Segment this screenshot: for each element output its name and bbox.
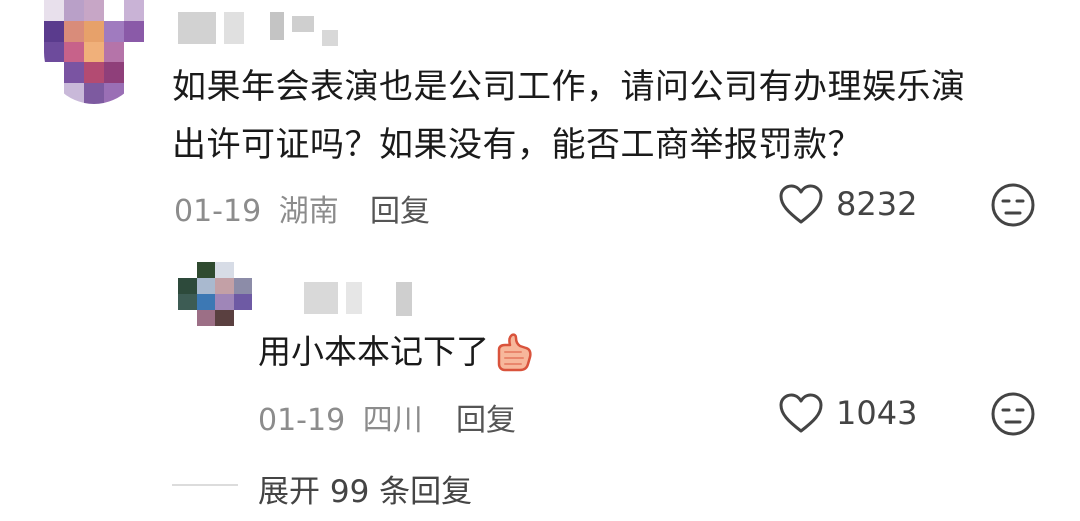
avatar-pixel (44, 0, 64, 21)
avatar-pixel (215, 294, 234, 310)
avatar-pixel (178, 262, 197, 278)
reply-username-redacted[interactable] (304, 282, 412, 316)
reply-like-count: 1043 (836, 394, 918, 432)
emoji-reaction-button[interactable] (990, 182, 1036, 232)
like-button[interactable]: 8232 (778, 183, 917, 225)
comment-text: 如果年会表演也是公司工作，请问公司有办理娱乐演 出许可证吗？如果没有，能否工商举… (172, 58, 966, 174)
avatar-pixel (196, 262, 215, 278)
avatar-pixel (215, 278, 234, 294)
username-redacted[interactable] (178, 12, 338, 46)
reply-text-row: 用小本本记下了 (258, 326, 535, 378)
avatar-pixel (64, 62, 84, 84)
avatar-pixel (64, 20, 84, 42)
avatar-pixel (44, 62, 64, 84)
avatar-pixel (196, 310, 215, 326)
reply-meta: 01-19 四川 (258, 395, 423, 439)
avatar-pixel (104, 41, 124, 63)
avatar-pixel (233, 294, 252, 310)
avatar-pixel (124, 41, 144, 63)
avatar-pixel (124, 20, 144, 42)
avatar-pixel (104, 0, 124, 21)
avatar-pixel (84, 0, 104, 21)
heart-icon (779, 393, 823, 433)
avatar[interactable] (44, 0, 144, 104)
reply-location: 四川 (362, 403, 423, 438)
avatar-pixel (64, 83, 84, 104)
avatar-pixel (233, 262, 252, 278)
avatar-pixel (44, 41, 64, 63)
avatar-pixel (124, 83, 144, 104)
reply-date: 01-19 (258, 403, 346, 438)
avatar-pixel (124, 0, 144, 21)
avatar-pixel (178, 294, 197, 310)
neutral-face-icon (991, 392, 1035, 436)
avatar-pixel (44, 83, 64, 104)
avatar-pixel (84, 83, 104, 104)
reply-avatar[interactable] (178, 262, 252, 326)
avatar-pixel (104, 62, 124, 84)
avatar-pixel (124, 62, 144, 84)
comment-meta: 01-19 湖南 (174, 186, 339, 230)
avatar-pixel (84, 62, 104, 84)
avatar-pixel (233, 310, 252, 326)
reply-emoji-reaction-button[interactable] (990, 391, 1036, 441)
avatar-pixel (64, 0, 84, 21)
reply-text: 用小本本记下了 (258, 332, 489, 371)
expand-replies-button[interactable]: 展开 99 条回复 (258, 466, 472, 511)
avatar-pixel (215, 262, 234, 278)
avatar-pixel (84, 41, 104, 63)
reply-to-reply-button[interactable]: 回复 (456, 395, 516, 439)
heart-icon (779, 184, 823, 224)
avatar-pixel (233, 278, 252, 294)
reply-like-button[interactable]: 1043 (778, 392, 917, 434)
avatar-pixel (64, 41, 84, 63)
thumbs-up-emoji-icon (497, 333, 532, 372)
avatar-pixel (196, 294, 215, 310)
comment-text-line-1: 如果年会表演也是公司工作，请问公司有办理娱乐演 (172, 67, 966, 107)
avatar-pixel (196, 278, 215, 294)
reply-button[interactable]: 回复 (370, 186, 430, 230)
like-count: 8232 (836, 185, 918, 223)
neutral-face-icon (991, 183, 1035, 227)
avatar-pixel (215, 310, 234, 326)
expand-divider (172, 484, 238, 486)
comment-text-line-2: 出许可证吗？如果没有，能否工商举报罚款？ (172, 125, 862, 165)
avatar-pixel (178, 278, 197, 294)
comment-date: 01-19 (174, 194, 262, 229)
avatar-pixel (104, 83, 124, 104)
avatar-pixel (104, 20, 124, 42)
comment-location: 湖南 (278, 194, 339, 229)
avatar-pixel (84, 20, 104, 42)
avatar-pixel (44, 20, 64, 42)
avatar-pixel (178, 310, 197, 326)
